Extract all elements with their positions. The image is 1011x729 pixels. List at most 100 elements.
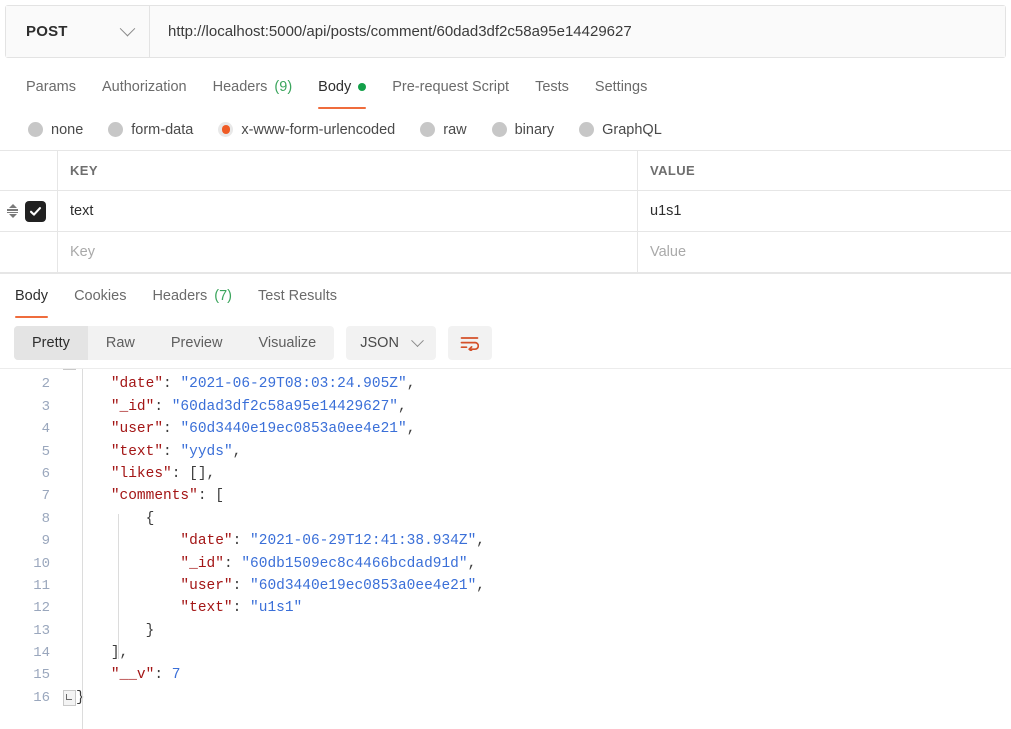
- radio-button-icon: [218, 122, 234, 137]
- tab-label: Body: [15, 288, 49, 304]
- code-line: 12 "text": "u1s1": [0, 597, 1011, 619]
- radio-button-icon: [579, 122, 595, 137]
- code-line-text: "user": "60d3440e19ec0853a0ee4e21",: [180, 577, 485, 594]
- request-url-input[interactable]: http://localhost:5000/api/posts/comment/…: [150, 6, 1005, 57]
- tab-label: Params: [26, 78, 76, 95]
- request-tab-bar: Params Authorization Headers (9) Body Pre-req…: [0, 64, 1011, 109]
- request-tab-tests[interactable]: Tests: [522, 64, 582, 109]
- radio-label: raw: [443, 121, 467, 138]
- response-tab-test-results[interactable]: Test Results: [245, 274, 350, 318]
- code-line-text: "_id": "60db1509ec8c4466bcdad91d",: [180, 555, 477, 572]
- code-line-text: {: [145, 510, 155, 527]
- response-format-select[interactable]: JSON: [346, 326, 436, 360]
- code-line: 6 "likes": [],: [0, 463, 1011, 485]
- tab-label: Headers: [212, 78, 268, 95]
- radio-label: GraphQL: [602, 121, 662, 138]
- line-number: 13: [33, 622, 50, 639]
- row-value-input[interactable]: u1s1: [637, 191, 1011, 231]
- view-mode-preview[interactable]: Preview: [153, 326, 241, 360]
- code-line: 11 "user": "60d3440e19ec0853a0ee4e21",: [0, 575, 1011, 597]
- line-number: 10: [33, 555, 50, 572]
- body-type-radio-binary[interactable]: binary: [484, 122, 563, 138]
- line-number: 2: [41, 376, 50, 393]
- http-method-label: POST: [26, 23, 68, 40]
- tab-label: Settings: [594, 78, 648, 95]
- line-number: 15: [33, 667, 50, 684]
- drag-handle-icon[interactable]: [6, 204, 19, 219]
- row-gutter-empty: [0, 232, 57, 272]
- table-row[interactable]: text u1s1: [0, 191, 1011, 232]
- wrap-text-icon: [461, 337, 480, 351]
- request-tab-pre-request-script[interactable]: Pre-request Script: [379, 64, 522, 109]
- row-gutter: [0, 191, 57, 231]
- body-type-radio-raw[interactable]: raw: [412, 122, 474, 138]
- response-format-label: JSON: [360, 335, 399, 351]
- request-tab-body[interactable]: Body: [305, 64, 379, 109]
- response-tab-cookies[interactable]: Cookies: [61, 274, 139, 318]
- code-line-text: "date": "2021-06-29T12:41:38.934Z",: [180, 533, 485, 550]
- code-line: 16}: [0, 687, 1011, 709]
- response-tab-body[interactable]: Body: [2, 274, 61, 318]
- code-line: 10 "_id": "60db1509ec8c4466bcdad91d",: [0, 553, 1011, 575]
- view-mode-visualize[interactable]: Visualize: [240, 326, 334, 360]
- chevron-down-icon: [411, 333, 424, 347]
- code-line-text: "__v": 7: [110, 667, 181, 684]
- line-number: 6: [41, 465, 50, 482]
- new-row-value-input[interactable]: Value: [637, 232, 1011, 272]
- line-number: 12: [33, 600, 50, 617]
- code-line-text: "date": "2021-06-29T08:03:24.905Z",: [110, 376, 416, 393]
- tab-label: Test Results: [258, 288, 337, 304]
- wrap-text-button[interactable]: [447, 326, 492, 360]
- code-line-text: "likes": [],: [110, 465, 216, 482]
- request-tab-headers[interactable]: Headers (9): [200, 64, 306, 109]
- indent-guide: [118, 514, 119, 659]
- view-mode-raw[interactable]: Raw: [88, 326, 153, 360]
- response-tab-headers[interactable]: Headers (7): [139, 274, 245, 318]
- http-method-select[interactable]: POST: [6, 6, 150, 57]
- request-url-bar: POST http://localhost:5000/api/posts/com…: [5, 5, 1006, 58]
- code-line: 8 {: [0, 508, 1011, 530]
- request-tab-authorization[interactable]: Authorization: [89, 64, 200, 109]
- row-enabled-checkbox[interactable]: [25, 200, 46, 222]
- chevron-down-icon: [119, 20, 136, 37]
- request-tab-params[interactable]: Params: [13, 64, 89, 109]
- body-type-radio-none[interactable]: none: [20, 122, 91, 138]
- line-number: 9: [41, 533, 50, 550]
- body-type-radio-form-data[interactable]: form-data: [100, 122, 201, 138]
- column-header-value: VALUE: [637, 151, 1011, 190]
- view-mode-pretty[interactable]: Pretty: [14, 326, 88, 360]
- radio-label: none: [51, 121, 84, 138]
- indent-guide: [82, 369, 83, 729]
- json-code-block: 1{2 "date": "2021-06-29T08:03:24.905Z",3…: [0, 369, 1011, 709]
- new-row-key-input[interactable]: Key: [57, 232, 637, 272]
- code-line-text: "_id": "60dad3df2c58a95e14429627",: [110, 398, 407, 415]
- code-line-text: "text": "u1s1": [180, 600, 303, 617]
- body-type-radio-x-www-form-urlencoded[interactable]: x-www-form-urlencoded: [210, 122, 403, 138]
- body-params-table: KEY VALUE text u1s1 Key Value: [0, 150, 1011, 273]
- radio-button-icon: [420, 122, 436, 137]
- column-header-key: KEY: [57, 151, 637, 190]
- line-number: 4: [41, 421, 50, 438]
- tab-label: Pre-request Script: [392, 78, 510, 95]
- tab-count-badge: (9): [274, 78, 293, 95]
- radio-label: binary: [514, 121, 555, 138]
- table-row-empty[interactable]: Key Value: [0, 232, 1011, 273]
- body-present-dot-icon: [358, 82, 367, 91]
- table-header-row: KEY VALUE: [0, 151, 1011, 191]
- code-line-text: ],: [110, 645, 129, 662]
- code-line-text: "comments": [: [110, 488, 224, 505]
- response-tab-bar: Body Cookies Headers (7) Test Results: [0, 274, 1011, 318]
- code-line-text: "user": "60d3440e19ec0853a0ee4e21",: [110, 421, 416, 438]
- code-line: 5 "text": "yyds",: [0, 441, 1011, 463]
- radio-label: x-www-form-urlencoded: [241, 121, 396, 138]
- body-type-radio-graphql[interactable]: GraphQL: [571, 122, 670, 138]
- response-format-toolbar: Pretty Raw Preview Visualize JSON: [0, 318, 1011, 368]
- response-body-viewer[interactable]: 1{2 "date": "2021-06-29T08:03:24.905Z",3…: [0, 368, 1011, 729]
- radio-button-icon: [108, 122, 124, 137]
- row-key-input[interactable]: text: [57, 191, 637, 231]
- code-line-text: }: [145, 622, 155, 639]
- radio-label: form-data: [131, 121, 194, 138]
- code-line: 14 ],: [0, 642, 1011, 664]
- radio-button-icon: [28, 122, 43, 137]
- request-tab-settings[interactable]: Settings: [582, 64, 660, 109]
